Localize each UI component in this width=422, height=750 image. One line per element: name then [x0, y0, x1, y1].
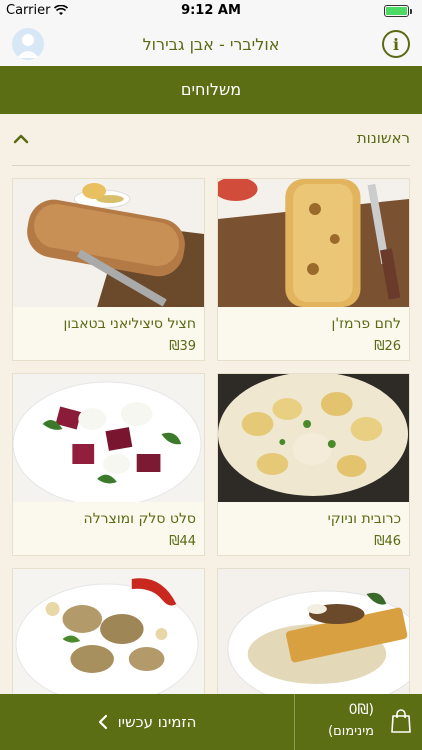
- category-tab[interactable]: משלוחים: [0, 66, 422, 114]
- section-title: ראשונות: [356, 129, 410, 147]
- menu-item-card[interactable]: [12, 568, 205, 698]
- cart-button[interactable]: (0₪ מינימום): [295, 694, 422, 750]
- dish-photo: [218, 569, 409, 697]
- status-time: 9:12 AM: [181, 3, 241, 18]
- menu-item-card[interactable]: חציל סיציליאני בטאבון ₪39: [12, 178, 205, 361]
- info-button[interactable]: i: [382, 30, 410, 58]
- menu-item-card[interactable]: לחם פרמז'ן ₪26: [217, 178, 410, 361]
- cart-amount: (0₪: [348, 702, 374, 718]
- shopping-bag-icon: [391, 709, 411, 733]
- user-icon: [17, 34, 39, 58]
- dish-name: חציל סיציליאני בטאבון: [63, 316, 196, 332]
- section-header[interactable]: ראשונות: [12, 114, 410, 166]
- order-now-button[interactable]: הזמינו עכשיו: [0, 694, 294, 750]
- menu-item-card[interactable]: כרובית וניוקי ₪46: [217, 373, 410, 556]
- nav-bar: אוליברי - אבן גבירול i: [0, 22, 422, 66]
- info-icon: i: [392, 34, 400, 54]
- dish-name: כרובית וניוקי: [327, 511, 401, 527]
- chevron-up-icon[interactable]: [12, 130, 30, 148]
- dish-photo: [13, 179, 204, 307]
- dish-price: ₪39: [169, 339, 196, 354]
- cart-minimum: מינימום): [328, 724, 374, 739]
- status-bar: Carrier 9:12 AM: [0, 0, 422, 22]
- dish-photo: [13, 569, 204, 697]
- dish-price: ₪46: [374, 534, 401, 549]
- menu-item-card[interactable]: סלט סלק ומוצרלה ₪44: [12, 373, 205, 556]
- chevron-left-icon: [98, 714, 107, 730]
- dish-name: לחם פרמז'ן: [331, 316, 401, 332]
- dish-price: ₪26: [374, 339, 401, 354]
- battery-icon: [384, 5, 414, 17]
- bottom-bar: הזמינו עכשיו (0₪ מינימום): [0, 694, 422, 750]
- dish-photo: [13, 374, 204, 502]
- dish-photo: [218, 374, 409, 502]
- menu-grid: חציל סיציליאני בטאבון ₪39 לחם פרמז'ן ₪26: [12, 178, 410, 698]
- dish-price: ₪44: [169, 534, 196, 549]
- restaurant-title: אוליברי - אבן גבירול: [142, 35, 280, 54]
- dish-photo: [218, 179, 409, 307]
- menu-item-card[interactable]: [217, 568, 410, 698]
- avatar[interactable]: [12, 28, 44, 60]
- dish-name: סלט סלק ומוצרלה: [83, 511, 196, 527]
- order-now-label: הזמינו עכשיו: [117, 713, 197, 731]
